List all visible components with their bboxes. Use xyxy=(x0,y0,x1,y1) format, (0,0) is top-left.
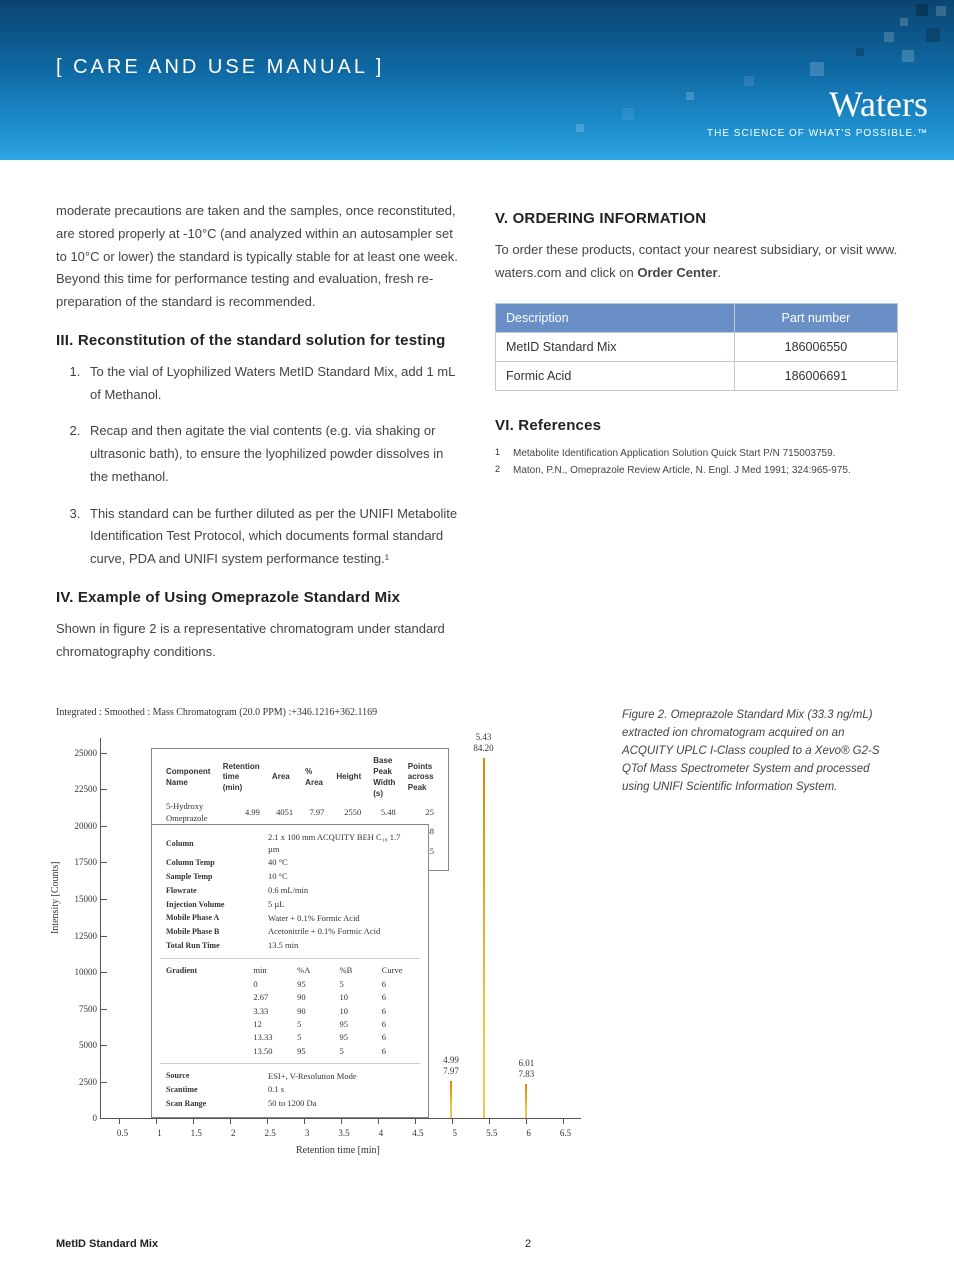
ordering-table: Description Part number MetID Standard M… xyxy=(495,303,898,391)
right-column: V. ORDERING INFORMATION To order these p… xyxy=(495,200,898,681)
references-list: 1Metabolite Identification Application S… xyxy=(495,446,898,478)
plot-area: Component NameRetention time (min)Area% … xyxy=(100,738,581,1119)
section-4-paragraph: Shown in figure 2 is a representative ch… xyxy=(56,618,459,664)
step-1: To the vial of Lyophilized Waters MetID … xyxy=(84,361,459,407)
step-3: This standard can be further diluted as … xyxy=(84,503,459,571)
order-th-part: Part number xyxy=(734,303,897,332)
section-4-heading: IV. Example of Using Omeprazole Standard… xyxy=(56,589,459,606)
plot-header: Integrated : Smoothed : Mass Chromatogra… xyxy=(56,707,596,718)
chromatogram-peak xyxy=(483,758,485,1119)
step-2: Recap and then agitate the vial contents… xyxy=(84,420,459,488)
left-column: moderate precautions are taken and the s… xyxy=(56,200,459,681)
footer-title: MetID Standard Mix xyxy=(56,1238,158,1250)
chromatogram-chart: Intensity [Counts] Component NameRetenti… xyxy=(56,724,596,1154)
peak-label: 4.997.97 xyxy=(443,1055,459,1077)
page-number: 2 xyxy=(525,1238,531,1250)
reference-1: 1Metabolite Identification Application S… xyxy=(495,446,898,461)
peak-label: 6.017.83 xyxy=(518,1058,534,1080)
intro-paragraph: moderate precautions are taken and the s… xyxy=(56,200,459,314)
chromatogram-peak xyxy=(525,1084,527,1118)
table-row: Formic Acid 186006691 xyxy=(496,361,898,390)
chromatogram-figure: Integrated : Smoothed : Mass Chromatogra… xyxy=(56,707,596,1154)
chromatogram-peak xyxy=(450,1081,452,1118)
order-th-description: Description xyxy=(496,303,735,332)
brand-tagline: THE SCIENCE OF WHAT'S POSSIBLE.™ xyxy=(707,128,928,139)
reconstitution-steps: To the vial of Lyophilized Waters MetID … xyxy=(56,361,459,571)
waters-logo: Waters xyxy=(707,86,928,122)
reference-2: 2Maton, P.N., Omeprazole Review Article,… xyxy=(495,463,898,478)
conditions-inset: Column2.1 x 100 mm ACQUITY BEH C₁₈ 1.7 µ… xyxy=(151,824,429,1118)
figure-caption: Figure 2. Omeprazole Standard Mix (33.3 … xyxy=(622,707,898,796)
y-axis-label: Intensity [Counts] xyxy=(50,862,61,935)
brand-block: Waters THE SCIENCE OF WHAT'S POSSIBLE.™ xyxy=(707,86,928,139)
page-footer: MetID Standard Mix 2 xyxy=(56,1238,898,1250)
section-6-heading: VI. References xyxy=(495,417,898,434)
header-banner: [ CARE AND USE MANUAL ] Waters THE SCIEN… xyxy=(0,0,954,160)
ordering-paragraph: To order these products, contact your ne… xyxy=(495,239,898,285)
table-row: MetID Standard Mix 186006550 xyxy=(496,332,898,361)
x-axis-label: Retention time [min] xyxy=(296,1145,380,1156)
page-title: [ CARE AND USE MANUAL ] xyxy=(56,56,384,79)
section-5-heading: V. ORDERING INFORMATION xyxy=(495,210,898,227)
section-3-heading: III. Reconstitution of the standard solu… xyxy=(56,332,459,349)
peak-label: 5.4384.20 xyxy=(473,732,493,754)
